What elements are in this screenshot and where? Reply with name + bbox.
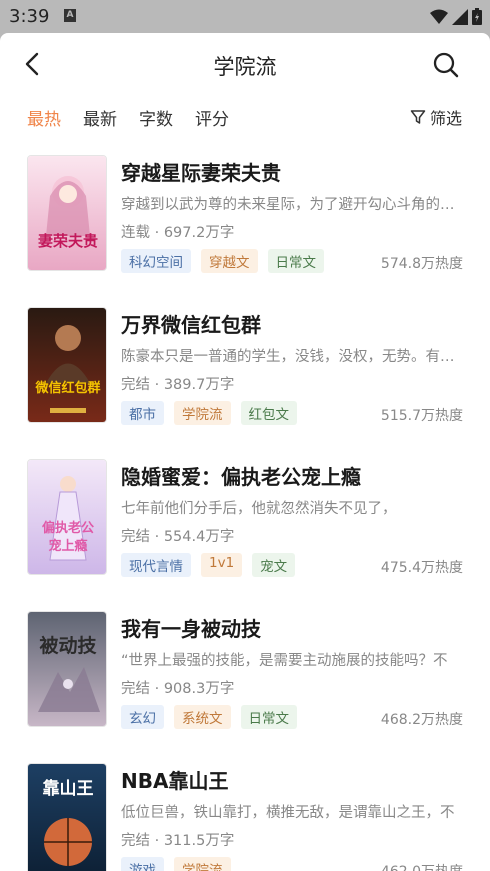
book-tag[interactable]: 红包文	[240, 401, 297, 425]
header: 学院流	[0, 33, 490, 95]
status-bar: 3:39 A	[0, 0, 490, 33]
book-status: 完结	[121, 681, 150, 697]
filter-icon	[410, 110, 426, 124]
search-button[interactable]	[432, 51, 460, 79]
book-meta: 完结 · 311.5万字	[121, 833, 235, 849]
book-tag[interactable]: 游戏	[121, 857, 164, 871]
book-meta: 完结 · 908.3万字	[121, 681, 235, 697]
book-item[interactable]: 偏执老公 宠上瘾 隐婚蜜爱：偏执老公宠上瘾 七年前他们分手后，他就忽然消失不见了…	[0, 455, 490, 607]
notification-icon: A	[64, 9, 76, 22]
book-tag[interactable]: 日常文	[240, 705, 297, 729]
book-status: 完结	[121, 833, 150, 849]
sort-tabs: 最热 最新 字数 评分	[27, 105, 229, 130]
book-tag[interactable]: 日常文	[267, 249, 324, 273]
book-meta: 完结 · 389.7万字	[121, 377, 235, 393]
book-tags: 科幻空间 穿越文 日常文	[121, 249, 324, 273]
tab-newest[interactable]: 最新	[83, 105, 117, 130]
svg-text:被动技: 被动技	[39, 634, 97, 657]
book-title: 穿越星际妻荣夫贵	[121, 161, 281, 185]
book-cover[interactable]: 妻荣夫贵	[27, 155, 107, 271]
book-description: “世界上最强的技能，是需要主动施展的技能吗？不	[121, 653, 448, 669]
wifi-icon	[430, 9, 448, 24]
book-title: 我有一身被动技	[121, 617, 261, 641]
book-tag[interactable]: 宠文	[252, 553, 296, 577]
book-word-count: 908.3万字	[163, 681, 235, 697]
svg-text:偏执老公: 偏执老公	[42, 520, 94, 536]
svg-text:靠山王: 靠山王	[43, 778, 94, 799]
search-icon	[433, 52, 459, 78]
signal-icon	[452, 8, 468, 25]
page-title: 学院流	[213, 55, 277, 79]
book-cover[interactable]: 微信红包群	[27, 307, 107, 423]
book-item[interactable]: 微信红包群 万界微信红包群 陈豪本只是一普通的学生，没钱，没权，无势。有一天 完…	[0, 303, 490, 455]
book-tag[interactable]: 科幻空间	[121, 249, 191, 273]
book-title: 万界微信红包群	[121, 313, 261, 337]
book-tag[interactable]: 系统文	[174, 705, 231, 729]
book-list: 妻荣夫贵 穿越星际妻荣夫贵 穿越到以武为尊的未来星际，为了避开勾心斗角的宫斗 连…	[0, 151, 490, 871]
book-tags: 游戏 学院流	[121, 857, 231, 871]
book-cover[interactable]: 偏执老公 宠上瘾	[27, 459, 107, 575]
book-heat: 515.7万热度	[380, 408, 463, 424]
book-tag[interactable]: 1v1	[201, 553, 243, 577]
book-word-count: 311.5万字	[163, 833, 235, 849]
system-icons	[430, 8, 482, 25]
status-time: 3:39	[9, 6, 50, 27]
book-tags: 玄幻 系统文 日常文	[121, 705, 297, 729]
book-description: 陈豪本只是一普通的学生，没钱，没权，无势。有一天	[121, 349, 463, 365]
book-tag[interactable]: 学院流	[174, 857, 231, 871]
filter-button[interactable]: 筛选	[410, 105, 462, 129]
book-meta: 连载 · 697.2万字	[121, 225, 235, 241]
book-heat: 574.8万热度	[380, 256, 463, 272]
book-description: 低位巨兽，铁山靠打，横推无敌，是谓靠山之王，不	[121, 805, 455, 821]
book-status: 完结	[121, 529, 150, 545]
book-heat: 468.2万热度	[380, 712, 463, 728]
book-heat: 462.0万热度	[381, 861, 463, 871]
svg-text:妻荣夫贵: 妻荣夫贵	[38, 232, 98, 250]
book-item[interactable]: 靠山王 NBA靠山王 低位巨兽，铁山靠打，横推无敌，是谓靠山之王，不 完结 · …	[0, 759, 490, 871]
svg-text:宠上瘾: 宠上瘾	[48, 538, 87, 554]
book-tag[interactable]: 玄幻	[121, 705, 164, 729]
book-tag[interactable]: 学院流	[174, 401, 231, 425]
book-item[interactable]: 妻荣夫贵 穿越星际妻荣夫贵 穿越到以武为尊的未来星际，为了避开勾心斗角的宫斗 连…	[0, 151, 490, 303]
book-cover[interactable]: 靠山王	[27, 763, 107, 871]
book-tags: 都市 学院流 红包文	[121, 401, 297, 425]
book-description: 穿越到以武为尊的未来星际，为了避开勾心斗角的宫斗	[121, 197, 463, 213]
book-meta: 完结 · 554.4万字	[121, 529, 235, 545]
book-title: NBA靠山王	[121, 769, 229, 793]
book-tag[interactable]: 都市	[121, 401, 164, 425]
book-title: 隐婚蜜爱：偏执老公宠上瘾	[121, 465, 361, 489]
battery-icon	[472, 8, 482, 25]
book-status: 完结	[121, 377, 150, 393]
book-status: 连载	[121, 225, 150, 241]
book-word-count: 389.7万字	[163, 377, 235, 393]
svg-text:微信红包群: 微信红包群	[34, 380, 100, 396]
book-tag[interactable]: 穿越文	[201, 249, 258, 273]
tab-word-count[interactable]: 字数	[139, 105, 173, 130]
book-word-count: 554.4万字	[163, 529, 235, 545]
app-page: 学院流 最热 最新 字数 评分 筛选 妻荣夫贵 穿越星际妻荣夫贵 穿越到以武为尊…	[0, 33, 490, 871]
book-heat: 475.4万热度	[380, 560, 463, 576]
book-tag[interactable]: 现代言情	[121, 553, 191, 577]
tab-hottest[interactable]: 最热	[27, 105, 61, 130]
book-item[interactable]: 被动技 我有一身被动技 “世界上最强的技能，是需要主动施展的技能吗？不 完结 ·…	[0, 607, 490, 759]
filter-label: 筛选	[429, 109, 462, 128]
book-tags: 现代言情 1v1 宠文	[121, 553, 296, 577]
book-description: 七年前他们分手后，他就忽然消失不见了，	[121, 501, 397, 517]
book-cover[interactable]: 被动技	[27, 611, 107, 727]
book-word-count: 697.2万字	[163, 225, 235, 241]
tab-rating[interactable]: 评分	[195, 105, 229, 130]
